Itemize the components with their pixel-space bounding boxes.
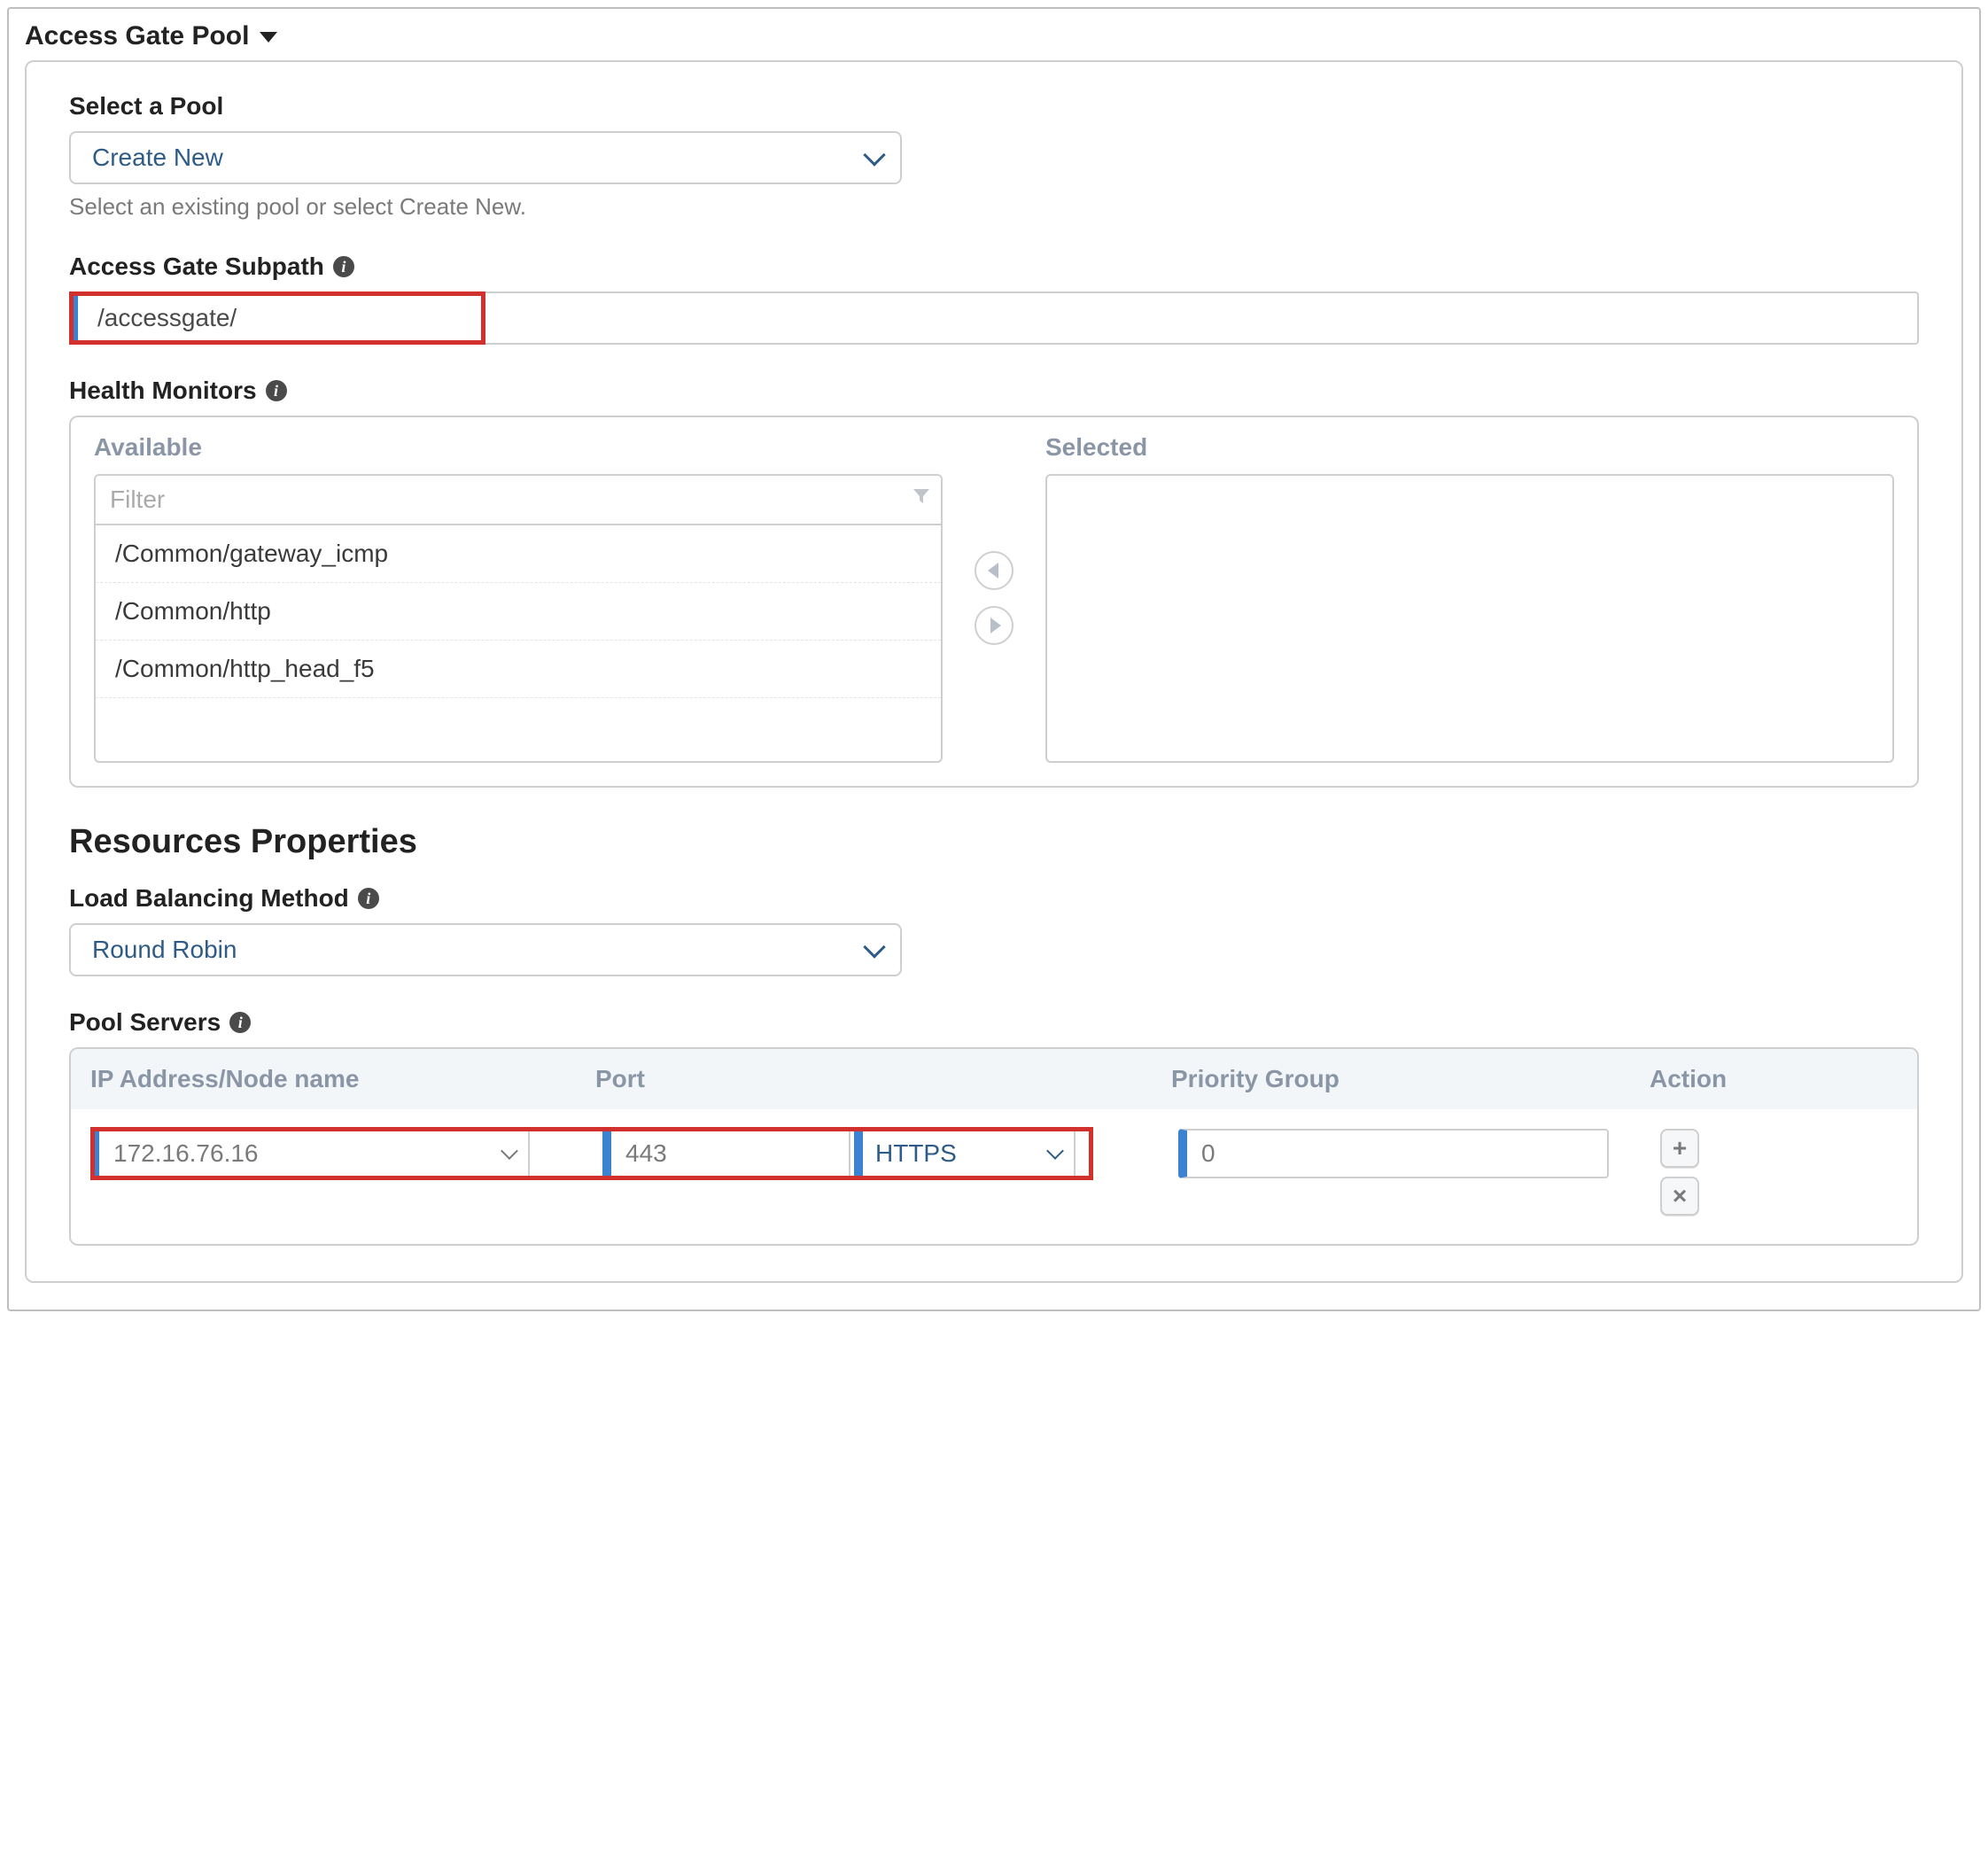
col-header-action: Action [1650,1065,1774,1093]
available-listbox[interactable]: /Common/gateway_icmp /Common/http /Commo… [94,524,943,763]
pool-select[interactable]: Create New [69,131,902,184]
move-left-button[interactable] [975,551,1013,590]
move-right-button[interactable] [975,606,1013,645]
add-row-button[interactable]: + [1660,1129,1699,1168]
subpath-input-wrap [69,291,1919,345]
health-field: Health Monitors i Available /Common/gate… [69,377,1919,788]
selected-listbox[interactable] [1045,474,1894,763]
filter-input[interactable] [94,474,943,524]
chevron-down-icon [863,144,885,166]
health-label: Health Monitors i [69,377,1919,405]
info-icon[interactable]: i [266,380,287,401]
cell-actions: + × [1660,1129,1784,1224]
info-icon[interactable]: i [358,888,379,909]
lb-field: Load Balancing Method i Round Robin [69,884,1919,976]
section-title: Access Gate Pool [25,21,249,51]
col-header-pg: Priority Group [1171,1065,1650,1093]
lb-label: Load Balancing Method i [69,884,1919,913]
selected-title: Selected [1045,433,1894,462]
lb-select-value: Round Robin [92,936,237,964]
protocol-select[interactable]: HTTPS [854,1129,1076,1178]
port-input[interactable] [624,1139,836,1169]
list-item[interactable]: /Common/http_head_f5 [96,641,941,698]
pool-select-value: Create New [92,144,223,172]
list-item[interactable]: /Common/http [96,583,941,641]
chevron-down-icon [1046,1142,1064,1160]
pool-label: Select a Pool [69,92,1919,120]
remove-row-button[interactable]: × [1660,1177,1699,1216]
subpath-input[interactable] [69,291,1919,345]
table-row: HTTPS + × [71,1109,1917,1244]
page-container: Access Gate Pool Select a Pool Create Ne… [7,7,1981,1311]
list-item[interactable]: /Common/gateway_icmp [96,525,941,583]
col-header-port: Port [595,1065,1171,1093]
cell-priority-group [1178,1129,1657,1178]
info-icon[interactable]: i [229,1012,251,1033]
filter-wrap [94,474,943,524]
move-buttons [975,433,1013,763]
selected-col: Selected [1045,433,1894,763]
available-col: Available /Common/gateway_icmp /Common/h… [94,433,943,763]
subpath-label: Access Gate Subpath i [69,253,1919,281]
table-header-row: IP Address/Node name Port Priority Group… [71,1049,1917,1109]
pool-helper: Select an existing pool or select Create… [69,193,1919,221]
caret-down-icon [249,21,277,51]
servers-table: IP Address/Node name Port Priority Group… [69,1047,1919,1246]
info-icon[interactable]: i [333,256,354,277]
health-monitors-box: Available /Common/gateway_icmp /Common/h… [69,416,1919,788]
subpath-field: Access Gate Subpath i [69,253,1919,345]
resources-heading: Resources Properties [69,823,1919,861]
filter-icon [912,487,930,510]
chevron-down-icon [863,936,885,958]
triangle-right-icon [990,618,1001,633]
priority-group-input[interactable] [1200,1139,1595,1169]
triangle-left-icon [988,563,998,579]
port-input-cell[interactable] [602,1129,850,1178]
servers-label: Pool Servers i [69,1008,1919,1037]
pool-field: Select a Pool Create New Select an exist… [69,92,1919,221]
protocol-value: HTTPS [875,1139,957,1168]
col-header-ip: IP Address/Node name [90,1065,595,1093]
ip-input[interactable] [112,1139,503,1169]
ip-select[interactable] [90,1129,530,1178]
section-panel: Select a Pool Create New Select an exist… [25,60,1963,1283]
available-title: Available [94,433,943,462]
lb-select[interactable]: Round Robin [69,923,902,976]
section-toggle[interactable]: Access Gate Pool [25,14,1963,60]
servers-field: Pool Servers i IP Address/Node name Port… [69,1008,1919,1246]
priority-group-input-cell[interactable] [1178,1129,1609,1178]
cell-ip [90,1129,595,1178]
cell-port: HTTPS [599,1129,1175,1178]
